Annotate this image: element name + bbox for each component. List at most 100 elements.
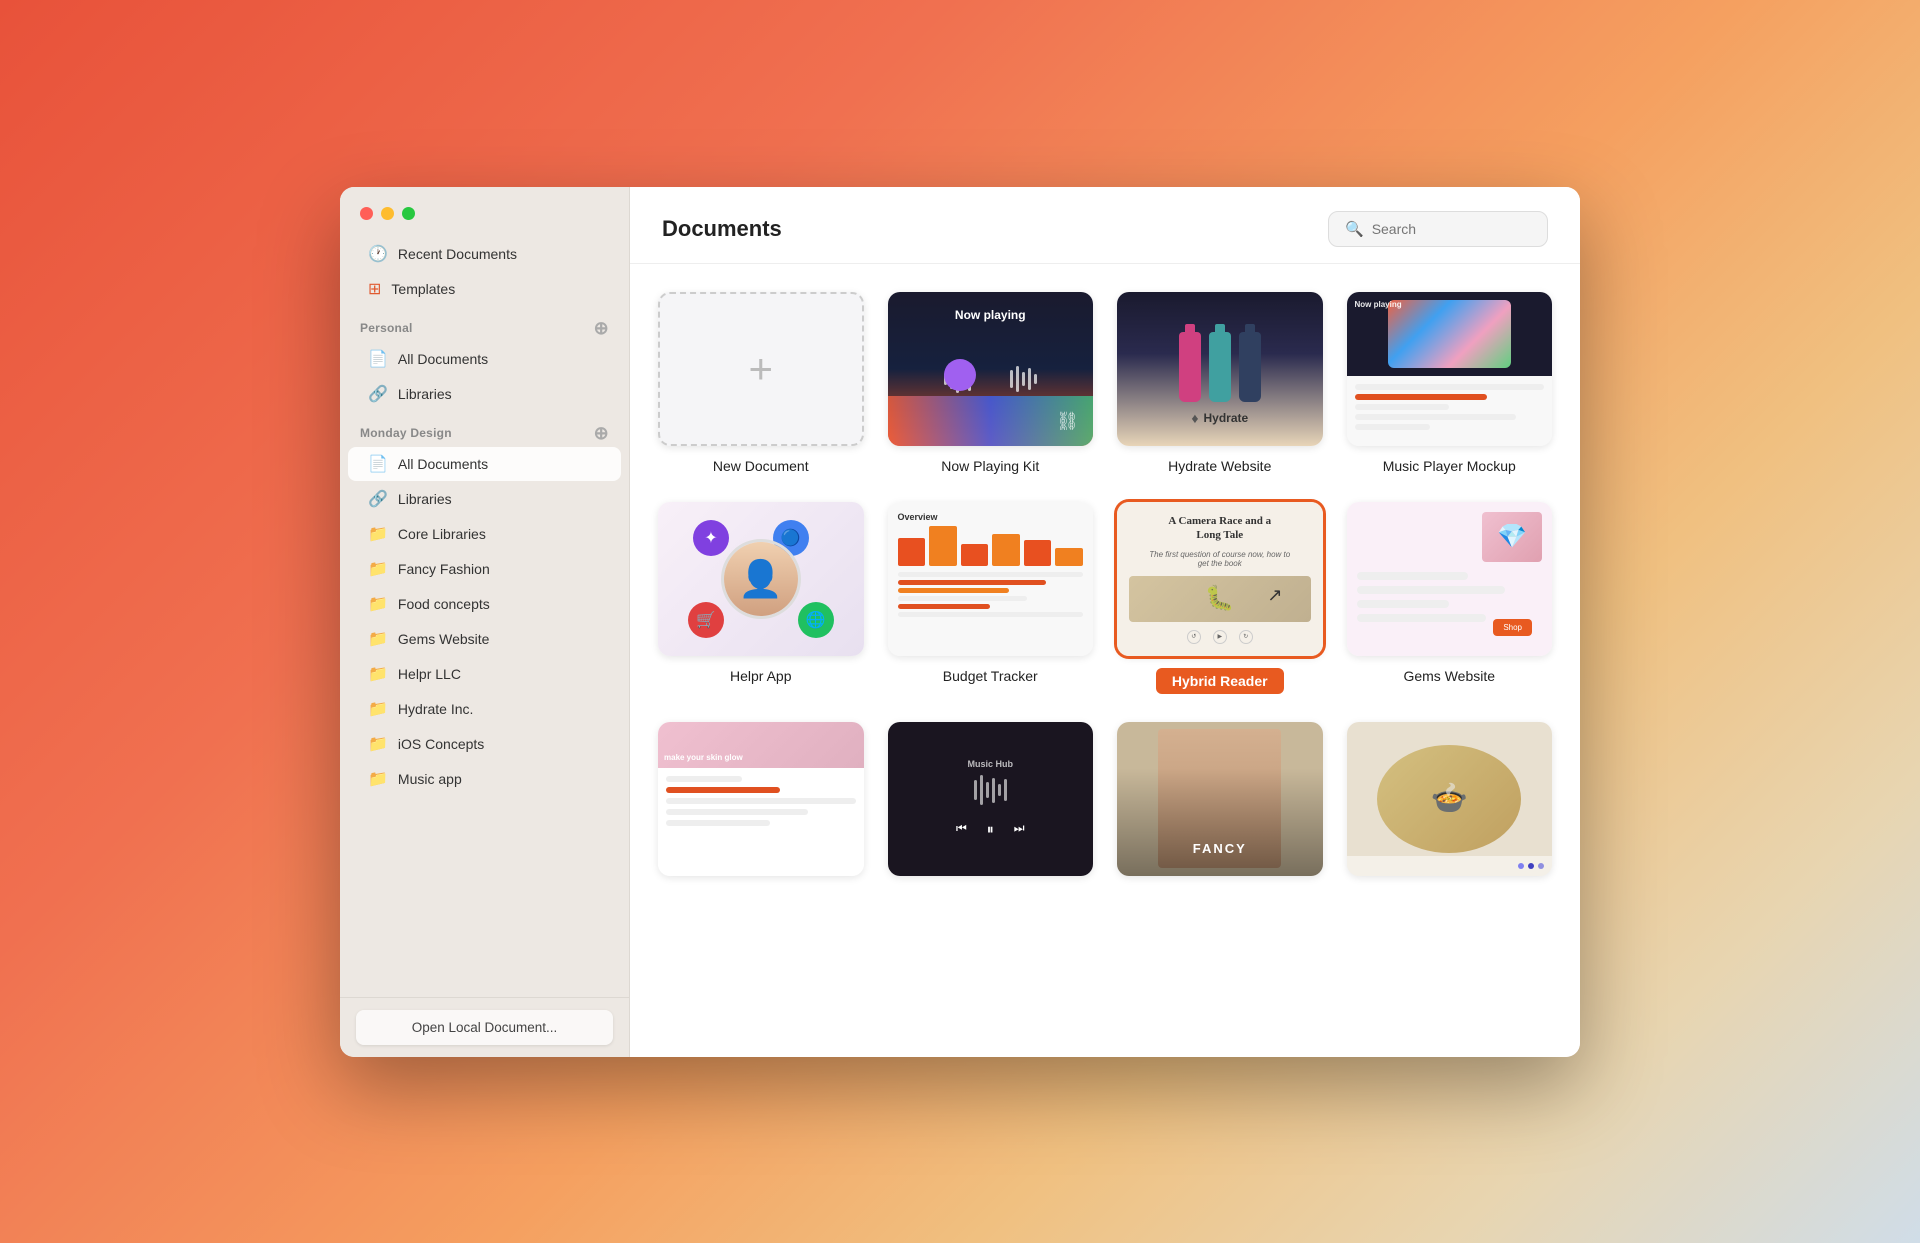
budget-row-orange	[898, 588, 1009, 593]
maximize-button[interactable]	[402, 207, 415, 220]
monday-label: Monday Design	[360, 426, 452, 440]
sidebar-bottom: Open Local Document...	[340, 997, 629, 1057]
personal-label: Personal	[360, 321, 413, 335]
food-dot-1	[1518, 863, 1524, 869]
sidebar-item-gems-website[interactable]: 📁 Gems Website	[348, 622, 621, 656]
budget-row-3	[898, 604, 991, 609]
document-card-helpr-app[interactable]: ✦ 👤 🔵 🌐 🛒 Helpr App	[658, 502, 864, 694]
document-card-gems-website[interactable]: 💎 Shop Gems Website	[1347, 502, 1553, 694]
page-title: Documents	[662, 216, 782, 242]
fancy-text: FANCY	[1193, 841, 1247, 856]
music-row-accent	[1355, 394, 1488, 400]
hybrid-controls: ↺ ▶ ↻	[1129, 630, 1311, 644]
libraries-personal-icon: 🔗	[368, 384, 388, 404]
budget-chart	[898, 526, 1084, 566]
sidebar-item-all-documents-personal[interactable]: 📄 All Documents	[348, 342, 621, 376]
music-player-top: Now playing	[1347, 292, 1553, 377]
sidebar-item-libraries-personal[interactable]: 🔗 Libraries	[348, 377, 621, 411]
minimize-button[interactable]	[381, 207, 394, 220]
doc-label-now-playing-kit: Now Playing Kit	[941, 458, 1039, 474]
doc-label-hybrid-reader: Hybrid Reader	[1156, 668, 1284, 694]
document-card-music-partial[interactable]: Music Hub ⏮ ⏸ ⏭	[888, 722, 1094, 888]
all-documents-personal-label: All Documents	[398, 351, 488, 367]
hybrid-title: A Camera Race and aLong Tale	[1129, 514, 1311, 543]
music-ctrl-prev: ⏮	[956, 821, 967, 838]
bottle-pink	[1179, 332, 1201, 402]
hybrid-illustration: 🐛	[1129, 576, 1311, 622]
document-card-fancy-partial[interactable]: FANCY	[1117, 722, 1323, 888]
ios-concepts-label: iOS Concepts	[398, 736, 484, 752]
sidebar-item-libraries-monday[interactable]: 🔗 Libraries	[348, 482, 621, 516]
search-input[interactable]	[1372, 221, 1531, 237]
libraries-monday-icon: 🔗	[368, 489, 388, 509]
thumbnail-gems-website: 💎 Shop	[1347, 502, 1553, 656]
music-row-2	[1355, 404, 1450, 410]
document-card-website-partial[interactable]: make your skin glow	[658, 722, 864, 888]
sidebar-item-recent-documents[interactable]: 🕐 Recent Documents	[348, 237, 621, 271]
sidebar-item-helpr-llc[interactable]: 📁 Helpr LLC	[348, 657, 621, 691]
hybrid-subtitle: The first question of course now, how to…	[1129, 550, 1311, 568]
gems-cta-button: Shop	[1493, 619, 1532, 636]
personal-add-button[interactable]: ⊕	[594, 319, 609, 337]
ios-concepts-icon: 📁	[368, 734, 388, 754]
all-documents-monday-label: All Documents	[398, 456, 488, 472]
sidebar: 🕐 Recent Documents ⊞ Templates Personal …	[340, 187, 630, 1057]
pw-row-4	[666, 820, 770, 826]
sidebar-item-hydrate-inc[interactable]: 📁 Hydrate Inc.	[348, 692, 621, 726]
food-concepts-label: Food concepts	[398, 596, 490, 612]
document-card-budget-tracker[interactable]: Overview	[888, 502, 1094, 694]
music-row-1	[1355, 384, 1545, 390]
templates-icon: ⊞	[368, 279, 381, 299]
hydrate-inc-label: Hydrate Inc.	[398, 701, 473, 717]
document-card-music-player-mockup[interactable]: Now playing Music Player Mockup	[1347, 292, 1553, 474]
doc-label-helpr-app: Helpr App	[730, 668, 791, 684]
music-row-4	[1355, 424, 1431, 430]
all-documents-monday-icon: 📄	[368, 454, 388, 474]
sidebar-item-ios-concepts[interactable]: 📁 iOS Concepts	[348, 727, 621, 761]
thumbnail-hydrate-website: ♦ Hydrate	[1117, 292, 1323, 446]
music-player-now-playing-text: Now playing	[1355, 300, 1402, 309]
close-button[interactable]	[360, 207, 373, 220]
helpr-icon-green: 🌐	[798, 602, 834, 638]
recent-documents-icon: 🕐	[368, 244, 388, 264]
gems-row-1	[1357, 572, 1468, 580]
partial-website-tagline: make your skin glow	[664, 753, 743, 762]
document-card-food-partial[interactable]: 🍲	[1347, 722, 1553, 888]
libraries-personal-label: Libraries	[398, 386, 452, 402]
budget-row-red	[898, 580, 1046, 585]
sidebar-item-core-libraries[interactable]: 📁 Core Libraries	[348, 517, 621, 551]
music-ctrl-play: ⏸	[987, 821, 994, 838]
fancy-fashion-label: Fancy Fashion	[398, 561, 490, 577]
partial-website-header: make your skin glow	[658, 722, 864, 768]
hydrate-label: ♦ Hydrate	[1191, 410, 1248, 426]
sidebar-item-all-documents-monday[interactable]: 📄 All Documents	[348, 447, 621, 481]
main-content: Documents 🔍 + New Document Now playing	[630, 187, 1580, 1057]
bottle-dark	[1239, 332, 1261, 402]
food-dot-3	[1538, 863, 1544, 869]
hydrate-inc-icon: 📁	[368, 699, 388, 719]
document-card-hybrid-reader[interactable]: A Camera Race and aLong Tale The first q…	[1117, 502, 1323, 694]
all-documents-personal-icon: 📄	[368, 349, 388, 369]
monday-section-header: Monday Design ⊕	[340, 412, 629, 446]
document-card-now-playing-kit[interactable]: Now playing	[888, 292, 1094, 474]
helpr-icon-star: ✦	[693, 520, 729, 556]
helpr-llc-label: Helpr LLC	[398, 666, 461, 682]
sidebar-item-food-concepts[interactable]: 📁 Food concepts	[348, 587, 621, 621]
hybrid-cursor-icon: ↗	[1267, 585, 1282, 606]
open-local-button[interactable]: Open Local Document...	[356, 1010, 613, 1045]
document-card-new-document[interactable]: + New Document	[658, 292, 864, 474]
play-circle	[944, 359, 976, 391]
document-card-hydrate-website[interactable]: ♦ Hydrate Hydrate Website	[1117, 292, 1323, 474]
doc-label-hydrate-website: Hydrate Website	[1168, 458, 1271, 474]
thumbnail-fancy-partial: FANCY	[1117, 722, 1323, 876]
search-box[interactable]: 🔍	[1328, 211, 1548, 247]
music-app-icon: 📁	[368, 769, 388, 789]
doc-label-new-document: New Document	[713, 458, 809, 474]
budget-row-1	[898, 572, 1084, 577]
sidebar-item-music-app[interactable]: 📁 Music app	[348, 762, 621, 796]
thumbnail-hybrid-reader: A Camera Race and aLong Tale The first q…	[1117, 502, 1323, 656]
sidebar-item-fancy-fashion[interactable]: 📁 Fancy Fashion	[348, 552, 621, 586]
fancy-fashion-icon: 📁	[368, 559, 388, 579]
sidebar-item-templates[interactable]: ⊞ Templates	[348, 272, 621, 306]
monday-add-button[interactable]: ⊕	[594, 424, 609, 442]
